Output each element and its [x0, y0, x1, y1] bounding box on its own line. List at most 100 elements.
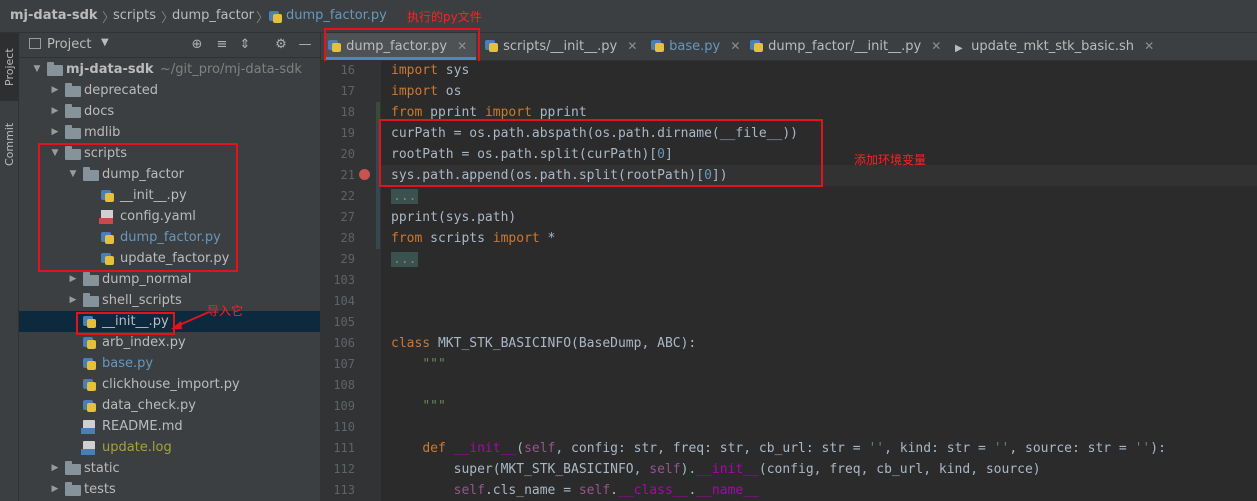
breadcrumb-project[interactable]: mj-data-sdk — [10, 8, 98, 23]
breakpoint-icon[interactable] — [359, 169, 370, 180]
folder-icon — [65, 461, 81, 475]
tree-item[interactable]: ▶ deprecated — [19, 80, 320, 101]
tree-item[interactable]: ▶ static — [19, 458, 320, 479]
line-number: 106 — [333, 336, 355, 350]
python-file-icon — [485, 38, 499, 52]
minimize-icon[interactable]: — — [297, 37, 313, 53]
init-highlight-box — [76, 312, 175, 335]
chevron-right-icon[interactable]: ▶ — [49, 101, 61, 122]
code-line: def __init__(self, config: str, freq: st… — [422, 441, 1166, 456]
folder-icon — [65, 482, 81, 496]
tree-item[interactable]: data_check.py — [19, 395, 320, 416]
folder-icon — [83, 272, 99, 286]
chevron-right-icon[interactable]: ▶ — [49, 479, 61, 500]
line-number: 27 — [340, 210, 355, 224]
folder-icon — [65, 125, 81, 139]
tree-item[interactable]: README.md — [19, 416, 320, 437]
close-icon[interactable]: ✕ — [1144, 39, 1154, 53]
tree-item-label: arb_index.py — [102, 335, 186, 350]
code-line: """ — [422, 357, 446, 372]
line-number: 19 — [340, 126, 355, 140]
project-tool-label: Project — [3, 48, 16, 86]
line-number: 105 — [333, 315, 355, 329]
tree-item[interactable]: ▼ mj-data-sdk ~/git_pro/mj-data-sdk — [19, 59, 320, 80]
code-line: from scripts import * — [391, 231, 556, 246]
line-number: 17 — [340, 84, 355, 98]
breadcrumb-dump-factor[interactable]: dump_factor — [172, 8, 254, 23]
chevron-right-icon[interactable]: ▶ — [67, 290, 79, 311]
tree-item-label: docs — [84, 104, 115, 119]
env-highlight-box — [379, 119, 823, 187]
code-line-folded: ... — [391, 252, 419, 267]
tree-item-label: data_check.py — [102, 398, 196, 413]
chevron-down-icon[interactable]: ▼ — [101, 37, 109, 48]
tree-item[interactable]: ▶ tests — [19, 479, 320, 500]
tool-window-stripe: Project Commit — [0, 33, 19, 501]
python-file-icon — [83, 335, 99, 349]
tab-dump-factor-init[interactable]: dump_factor/__init__.py ✕ — [746, 33, 946, 60]
breadcrumb-scripts[interactable]: scripts — [113, 8, 156, 23]
code-line: self.cls_name = self.__class__.__name__ — [453, 483, 759, 498]
chevron-right-icon[interactable]: ▶ — [49, 458, 61, 479]
folder-icon — [65, 104, 81, 118]
code-editor[interactable]: 16 17 18 19 20 21 22 27 28 29 103 104 105 106 107 108 10… — [321, 61, 1257, 501]
collapse-all-icon[interactable]: ≡ — [214, 37, 230, 53]
log-file-icon — [81, 441, 95, 455]
tree-item[interactable]: update.log — [19, 437, 320, 458]
expand-all-icon[interactable]: ⇕ — [237, 37, 253, 53]
breadcrumb-file[interactable]: dump_factor.py — [286, 8, 387, 23]
tree-item[interactable]: ▶ mdlib — [19, 122, 320, 143]
tree-item-label: static — [84, 461, 120, 476]
tree-item-label: clickhouse_import.py — [102, 377, 240, 392]
tree-item[interactable]: arb_index.py — [19, 332, 320, 353]
code-line: pprint(sys.path) — [391, 210, 517, 225]
line-number: 22 — [340, 189, 355, 203]
tab-label: dump_factor/__init__.py — [768, 39, 922, 54]
line-number: 28 — [340, 231, 355, 245]
tab-update-mkt-stk-basic[interactable]: ▶ update_mkt_stk_basic.sh ✕ — [951, 33, 1161, 60]
markdown-file-icon — [81, 420, 95, 434]
project-view-selector[interactable]: Project — [47, 37, 91, 52]
tree-item-label: README.md — [102, 419, 183, 434]
chevron-right-icon[interactable]: ▶ — [49, 80, 61, 101]
chevron-down-icon[interactable]: ▼ — [31, 59, 43, 80]
python-file-icon — [269, 9, 283, 23]
tree-item-label: tests — [84, 482, 116, 497]
line-number: 109 — [333, 399, 355, 413]
close-icon[interactable]: ✕ — [730, 39, 740, 53]
line-number: 107 — [333, 357, 355, 371]
code-line: import os — [391, 84, 462, 99]
locate-file-icon[interactable]: ⊕ — [189, 37, 205, 53]
project-panel: Project ▼ ⊕ ≡ ⇕ ⚙ — ▼ mj-data-sdk ~/git_pr… — [19, 33, 321, 501]
env-annotation: 添加环境变量 — [854, 153, 927, 167]
chevron-right-icon[interactable]: ▶ — [67, 269, 79, 290]
python-file-icon — [83, 398, 99, 412]
gear-icon[interactable]: ⚙ — [273, 37, 289, 53]
tab-label: update_mkt_stk_basic.sh — [971, 39, 1135, 54]
line-number: 113 — [333, 483, 355, 497]
line-number: 20 — [340, 147, 355, 161]
project-tool-tab[interactable]: Project — [0, 33, 19, 101]
tree-item[interactable]: ▶ dump_normal — [19, 269, 320, 290]
folder-icon — [65, 83, 81, 97]
close-icon[interactable]: ✕ — [931, 39, 941, 53]
editor-gutter: 16 17 18 19 20 21 22 27 28 29 103 104 105 106 107 108 10… — [321, 61, 381, 501]
line-number: 16 — [340, 63, 355, 77]
tree-item[interactable]: ▶ docs — [19, 101, 320, 122]
line-number: 18 — [340, 105, 355, 119]
shell-script-icon: ▶ — [955, 43, 963, 54]
python-file-icon — [83, 377, 99, 391]
project-view-icon — [29, 38, 41, 49]
commit-tool-tab[interactable]: Commit — [0, 113, 19, 175]
close-icon[interactable]: ✕ — [627, 39, 637, 53]
tree-item[interactable]: base.py — [19, 353, 320, 374]
tree-item-label: dump_normal — [102, 272, 192, 287]
annotation-arrow — [171, 311, 210, 329]
tab-base[interactable]: base.py ✕ — [647, 33, 747, 60]
tab-scripts-init[interactable]: scripts/__init__.py ✕ — [481, 33, 637, 60]
tab-label: scripts/__init__.py — [503, 39, 618, 54]
line-number: 104 — [333, 294, 355, 308]
chevron-right-icon[interactable]: ▶ — [49, 122, 61, 143]
tree-item[interactable]: clickhouse_import.py — [19, 374, 320, 395]
navigation-bar: mj-data-sdk 〉 scripts 〉 dump_factor 〉 du… — [0, 0, 1257, 33]
